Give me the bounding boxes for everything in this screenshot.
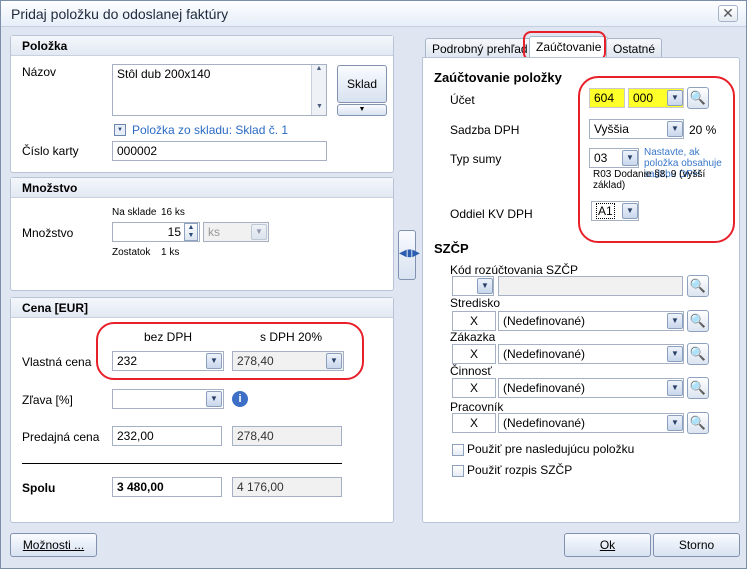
total-gross-input: 4 176,00 xyxy=(232,477,342,497)
center-code-input[interactable]: X xyxy=(452,311,496,331)
remaining-value: 1 ks xyxy=(161,247,180,258)
window-title: Pridaj položku do odoslanej faktúry xyxy=(11,6,229,22)
expand-icon[interactable]: ▼ xyxy=(114,124,126,136)
sale-price-label: Predajná cena xyxy=(22,430,100,444)
price-panel-header: Cena [EUR] xyxy=(11,298,393,318)
total-divider xyxy=(22,463,342,464)
unit-dropdown-icon: ▼ xyxy=(251,224,267,240)
total-label: Spolu xyxy=(22,481,56,495)
name-value: Stôl dub 200x140 xyxy=(117,67,211,81)
worker-label: Pracovník xyxy=(450,400,504,414)
center-select[interactable]: (Nedefinované) xyxy=(498,311,684,331)
own-price-label: Vlastná cena xyxy=(22,355,92,369)
toggle-panel-icon: ◀▮▶ xyxy=(399,248,420,259)
szcp-code-description xyxy=(498,276,683,296)
use-next-label[interactable]: Použiť pre nasledujúcu položku xyxy=(467,442,634,456)
card-number-input[interactable]: 000002 xyxy=(112,141,327,161)
activity-lookup-icon[interactable]: 🔍 xyxy=(687,377,709,399)
sale-price-gross-input: 278,40 xyxy=(232,426,342,446)
info-icon[interactable]: i xyxy=(232,391,248,407)
dialog-window: Pridaj položku do odoslanej faktúry ✕ Po… xyxy=(0,0,747,569)
worker-code-input[interactable]: X xyxy=(452,413,496,433)
activity-dropdown-icon[interactable]: ▼ xyxy=(667,380,683,396)
center-dropdown-icon[interactable]: ▼ xyxy=(667,313,683,329)
order-dropdown-icon[interactable]: ▼ xyxy=(667,346,683,362)
chevron-down-icon: ▼ xyxy=(358,106,366,113)
quantity-label: Množstvo xyxy=(22,226,74,240)
name-label: Názov xyxy=(22,65,57,79)
item-panel: Položka Názov Stôl dub 200x140 ▲ ▼ Sklad… xyxy=(10,35,394,173)
quantity-panel: Množstvo Na sklade 16 ks Množstvo 15 ▲ ▼ … xyxy=(10,177,394,291)
name-scrollbar[interactable]: ▲ ▼ xyxy=(311,65,326,115)
order-value: (Nedefinované) xyxy=(503,347,586,361)
kv-section-label: Oddiel KV DPH xyxy=(450,207,533,221)
vat-rate-label: Sadzba DPH xyxy=(450,123,520,137)
szcp-code-label: Kód rozúčtovania SZČP xyxy=(450,263,579,277)
szcp-code-dropdown-icon[interactable]: ▼ xyxy=(477,278,493,294)
item-panel-header: Položka xyxy=(11,36,393,56)
use-next-checkbox[interactable] xyxy=(452,444,464,456)
warehouse-dropdown-button[interactable]: ▼ xyxy=(337,104,387,116)
close-button[interactable]: ✕ xyxy=(718,5,738,22)
ok-button-label: Ok xyxy=(599,538,616,552)
center-label: Stredisko xyxy=(450,296,501,310)
order-code-input[interactable]: X xyxy=(452,344,496,364)
szcp-section-title: SZČP xyxy=(434,241,469,256)
tab-detail-label: Podrobný prehľad xyxy=(432,42,528,56)
discount-label: Zľava [%] xyxy=(22,393,73,407)
tab-detail[interactable]: Podrobný prehľad xyxy=(425,38,535,58)
stock-label: Na sklade xyxy=(112,207,157,218)
posting-section-title: Zaúčtovanie položky xyxy=(434,70,562,85)
tab-other[interactable]: Ostatné xyxy=(606,38,663,58)
warehouse-button[interactable]: Sklad xyxy=(337,65,387,103)
quantity-stepper[interactable]: ▲ ▼ xyxy=(184,223,198,241)
discount-dropdown-icon[interactable]: ▼ xyxy=(206,391,222,407)
posting-highlight xyxy=(578,76,735,243)
warehouse-link[interactable]: Položka zo skladu: Sklad č. 1 xyxy=(132,123,288,137)
worker-value: (Nedefinované) xyxy=(503,416,586,430)
account-label: Účet xyxy=(450,93,475,107)
unit-value: ks xyxy=(208,225,220,239)
center-lookup-icon[interactable]: 🔍 xyxy=(687,310,709,332)
options-button[interactable]: Možnosti ... xyxy=(10,533,97,557)
activity-select[interactable]: (Nedefinované) xyxy=(498,378,684,398)
activity-value: (Nedefinované) xyxy=(503,381,586,395)
price-highlight xyxy=(96,322,364,380)
scroll-up-icon[interactable]: ▲ xyxy=(312,65,326,77)
szcp-code-lookup-icon[interactable]: 🔍 xyxy=(687,275,709,297)
stock-value: 16 ks xyxy=(161,207,185,218)
worker-lookup-icon[interactable]: 🔍 xyxy=(687,412,709,434)
order-label: Zákazka xyxy=(450,330,496,344)
use-breakdown-checkbox[interactable] xyxy=(452,465,464,477)
scroll-down-icon[interactable]: ▼ xyxy=(312,103,327,115)
cancel-button-label: Storno xyxy=(678,538,715,552)
cancel-button[interactable]: Storno xyxy=(653,533,740,557)
order-select[interactable]: (Nedefinované) xyxy=(498,344,684,364)
use-breakdown-label[interactable]: Použiť rozpis SZČP xyxy=(467,463,572,477)
panel-toggle-button[interactable]: ◀▮▶ xyxy=(398,230,420,280)
quantity-panel-header: Množstvo xyxy=(11,178,393,198)
sale-price-net-input[interactable]: 232,00 xyxy=(112,426,222,446)
remaining-label: Zostatok xyxy=(112,247,151,258)
worker-dropdown-icon[interactable]: ▼ xyxy=(667,415,683,431)
card-number-label: Číslo karty xyxy=(22,144,79,158)
activity-code-input[interactable]: X xyxy=(452,378,496,398)
quantity-value: 15 xyxy=(167,225,181,239)
activity-label: Činnosť xyxy=(450,364,492,378)
center-value: (Nedefinované) xyxy=(503,314,586,328)
total-net-input: 3 480,00 xyxy=(112,477,222,497)
name-textarea[interactable]: Stôl dub 200x140 xyxy=(112,64,327,116)
ok-button[interactable]: Ok xyxy=(564,533,651,557)
worker-select[interactable]: (Nedefinované) xyxy=(498,413,684,433)
warehouse-button-label: Sklad xyxy=(346,77,378,91)
order-lookup-icon[interactable]: 🔍 xyxy=(687,343,709,365)
sum-type-label: Typ sumy xyxy=(450,152,502,166)
options-button-label: Možnosti ... xyxy=(22,538,85,552)
title-bar: Pridaj položku do odoslanej faktúry ✕ xyxy=(1,1,746,27)
tab-other-label: Ostatné xyxy=(613,42,656,56)
